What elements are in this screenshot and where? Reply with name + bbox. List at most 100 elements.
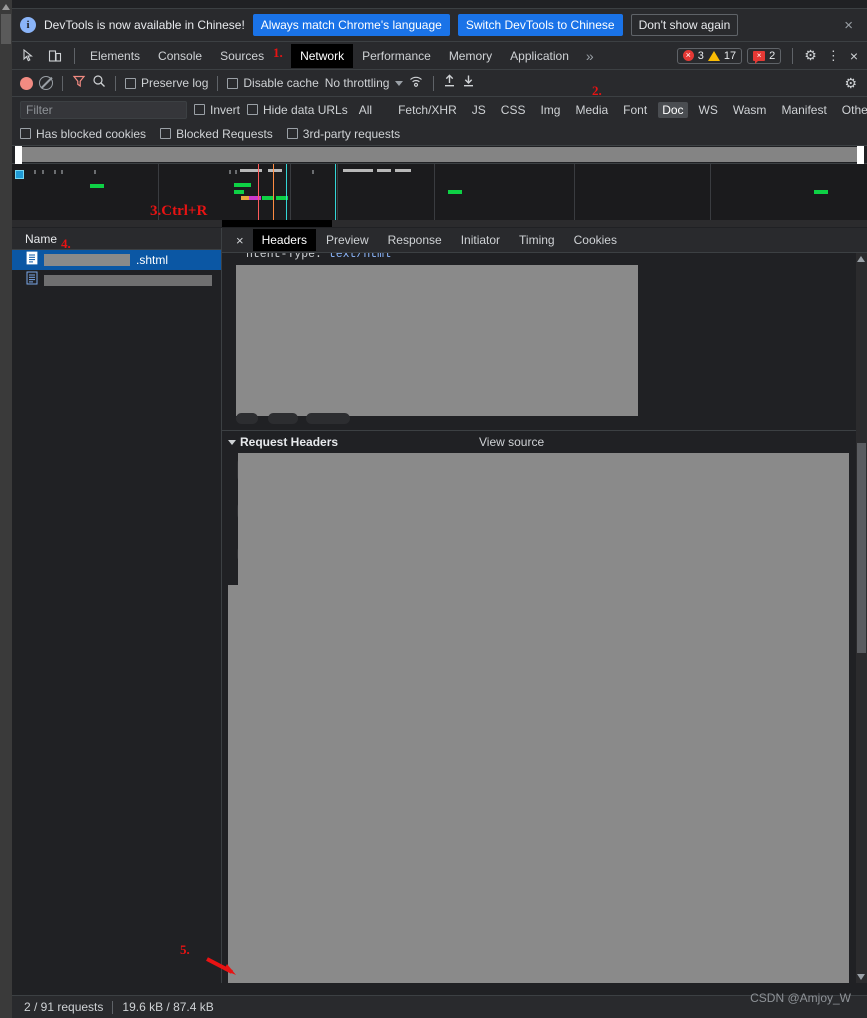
- blocked-requests-box[interactable]: [160, 128, 172, 139]
- network-body: Name .shtml × Headers Preview Response I…: [12, 228, 867, 983]
- scroll-up-arrow-icon[interactable]: [2, 4, 10, 10]
- table-row[interactable]: .shtml: [12, 250, 221, 270]
- tab-headers[interactable]: Headers: [252, 229, 316, 251]
- more-tabs-icon[interactable]: »: [578, 46, 602, 66]
- has-blocked-cookies-box[interactable]: [20, 128, 31, 139]
- tab-console[interactable]: Console: [149, 44, 211, 68]
- dont-show-again-button[interactable]: Don't show again: [630, 14, 739, 36]
- toolbar-divider-4: [433, 75, 435, 91]
- disable-cache-checkbox[interactable]: Disable cache: [227, 76, 319, 90]
- page-scrollbar[interactable]: [0, 0, 12, 1018]
- request-count: 2 / 91 requests: [24, 1000, 104, 1014]
- devtools-tabbar: Elements Console Sources Network Perform…: [12, 42, 867, 70]
- tab-network[interactable]: Network: [291, 43, 354, 68]
- filter-type-manifest[interactable]: Manifest: [777, 102, 830, 118]
- page-scroll-thumb[interactable]: [1, 14, 11, 44]
- filter-type-fetch-xhr[interactable]: Fetch/XHR: [394, 102, 461, 118]
- scroll-up-arrow-icon[interactable]: [857, 256, 865, 262]
- overview-scrollbar[interactable]: [12, 220, 867, 227]
- disable-cache-box[interactable]: [227, 77, 239, 89]
- invert-box[interactable]: [194, 104, 205, 115]
- tab-sources[interactable]: Sources: [211, 44, 273, 68]
- table-row[interactable]: [12, 270, 221, 290]
- third-party-requests-checkbox[interactable]: 3rd-party requests: [286, 127, 400, 141]
- throttling-select[interactable]: No throttling: [325, 76, 390, 90]
- filter-type-css[interactable]: CSS: [497, 102, 530, 118]
- overview-scroll-thumb[interactable]: [222, 220, 332, 227]
- preserve-log-checkbox[interactable]: Preserve log: [125, 76, 208, 90]
- filter-input[interactable]: [20, 100, 187, 119]
- import-har-icon[interactable]: [443, 73, 456, 93]
- error-count: 3: [697, 49, 704, 62]
- record-button[interactable]: [20, 76, 33, 90]
- request-name-column-header[interactable]: Name: [12, 228, 221, 250]
- blocked-requests-checkbox[interactable]: Blocked Requests: [160, 127, 273, 141]
- network-conditions-icon[interactable]: [409, 74, 424, 93]
- filter-type-media[interactable]: Media: [571, 102, 612, 118]
- tab-response[interactable]: Response: [379, 229, 451, 251]
- filter-type-img[interactable]: Img: [536, 102, 564, 118]
- filter-type-wasm[interactable]: Wasm: [729, 102, 771, 118]
- view-source-link[interactable]: View source: [479, 435, 544, 449]
- overview-timeline[interactable]: [12, 164, 867, 227]
- detail-scroll-thumb[interactable]: [857, 443, 866, 653]
- filter-row: Invert Hide data URLs All Fetch/XHR JS C…: [12, 97, 867, 122]
- filter-type-doc[interactable]: Doc: [658, 101, 688, 118]
- filter-type-all[interactable]: All: [355, 102, 376, 118]
- document-icon: [26, 271, 38, 290]
- close-icon[interactable]: ×: [845, 48, 863, 64]
- third-party-requests-box[interactable]: [286, 128, 298, 139]
- chevron-down-icon[interactable]: [395, 80, 404, 86]
- hide-data-urls-box[interactable]: [247, 104, 259, 115]
- hide-data-urls-checkbox[interactable]: Hide data URLs: [247, 103, 348, 117]
- request-headers-section[interactable]: Request Headers: [228, 435, 338, 449]
- scroll-down-arrow-icon[interactable]: [857, 974, 865, 980]
- filter-type-font[interactable]: Font: [619, 102, 651, 118]
- device-toolbar-icon[interactable]: [42, 43, 68, 69]
- tab-performance[interactable]: Performance: [353, 44, 440, 68]
- tab-initiator[interactable]: Initiator: [452, 229, 509, 251]
- kebab-menu-icon[interactable]: ⋮: [822, 48, 845, 64]
- clear-icon[interactable]: [39, 76, 53, 90]
- network-toolbar: Preserve log Disable cache No throttling: [12, 70, 867, 97]
- preserve-log-box[interactable]: [125, 77, 136, 89]
- devtools-window: i DevTools is now available in Chinese! …: [12, 8, 867, 1018]
- issues-counter[interactable]: × 2: [747, 47, 782, 64]
- switch-devtools-language-button[interactable]: Switch DevTools to Chinese: [457, 14, 623, 36]
- gear-icon[interactable]: ⚙: [799, 47, 822, 64]
- tab-elements[interactable]: Elements: [81, 44, 149, 68]
- has-blocked-cookies-label: Has blocked cookies: [36, 126, 147, 141]
- tab-cookies[interactable]: Cookies: [565, 229, 626, 251]
- issue-count: 2: [769, 49, 776, 62]
- error-icon: ×: [682, 50, 694, 61]
- tab-timing[interactable]: Timing: [510, 229, 564, 251]
- detail-scrollbar[interactable]: [856, 253, 867, 983]
- filter-type-js[interactable]: JS: [468, 102, 490, 118]
- console-counters[interactable]: × 3 17: [676, 47, 743, 64]
- filter-type-other[interactable]: Other: [838, 102, 867, 118]
- banner-close-icon[interactable]: ×: [838, 18, 859, 33]
- network-status-bar: 2 / 91 requests 19.6 kB / 87.4 kB: [12, 995, 867, 1018]
- invert-checkbox[interactable]: Invert: [194, 103, 240, 117]
- chevron-down-icon[interactable]: [228, 439, 236, 445]
- detail-close-icon[interactable]: ×: [228, 233, 252, 248]
- funnel-icon[interactable]: [72, 74, 86, 93]
- network-settings-gear-icon[interactable]: ⚙: [839, 75, 867, 92]
- tab-preview[interactable]: Preview: [317, 229, 378, 251]
- inspect-element-icon[interactable]: [16, 43, 42, 69]
- search-icon[interactable]: [92, 74, 106, 93]
- overview-right-handle[interactable]: [857, 146, 864, 164]
- overview-ruler[interactable]: [12, 146, 867, 164]
- toolbar-divider-1: [62, 75, 63, 91]
- tab-application[interactable]: Application: [501, 44, 578, 68]
- headers-content[interactable]: ntent-Type: text/html Request Headers Vi: [222, 253, 867, 983]
- filter-type-ws[interactable]: WS: [695, 102, 722, 118]
- export-har-icon[interactable]: [462, 74, 475, 93]
- ghost-element: [268, 413, 298, 424]
- overview-left-handle[interactable]: [15, 146, 22, 164]
- has-blocked-cookies-checkbox[interactable]: Has blocked cookies: [20, 127, 146, 141]
- request-detail-tabs: × Headers Preview Response Initiator Tim…: [222, 228, 867, 253]
- always-match-language-button[interactable]: Always match Chrome's language: [252, 14, 450, 36]
- network-overview[interactable]: [12, 146, 867, 228]
- tab-memory[interactable]: Memory: [440, 44, 501, 68]
